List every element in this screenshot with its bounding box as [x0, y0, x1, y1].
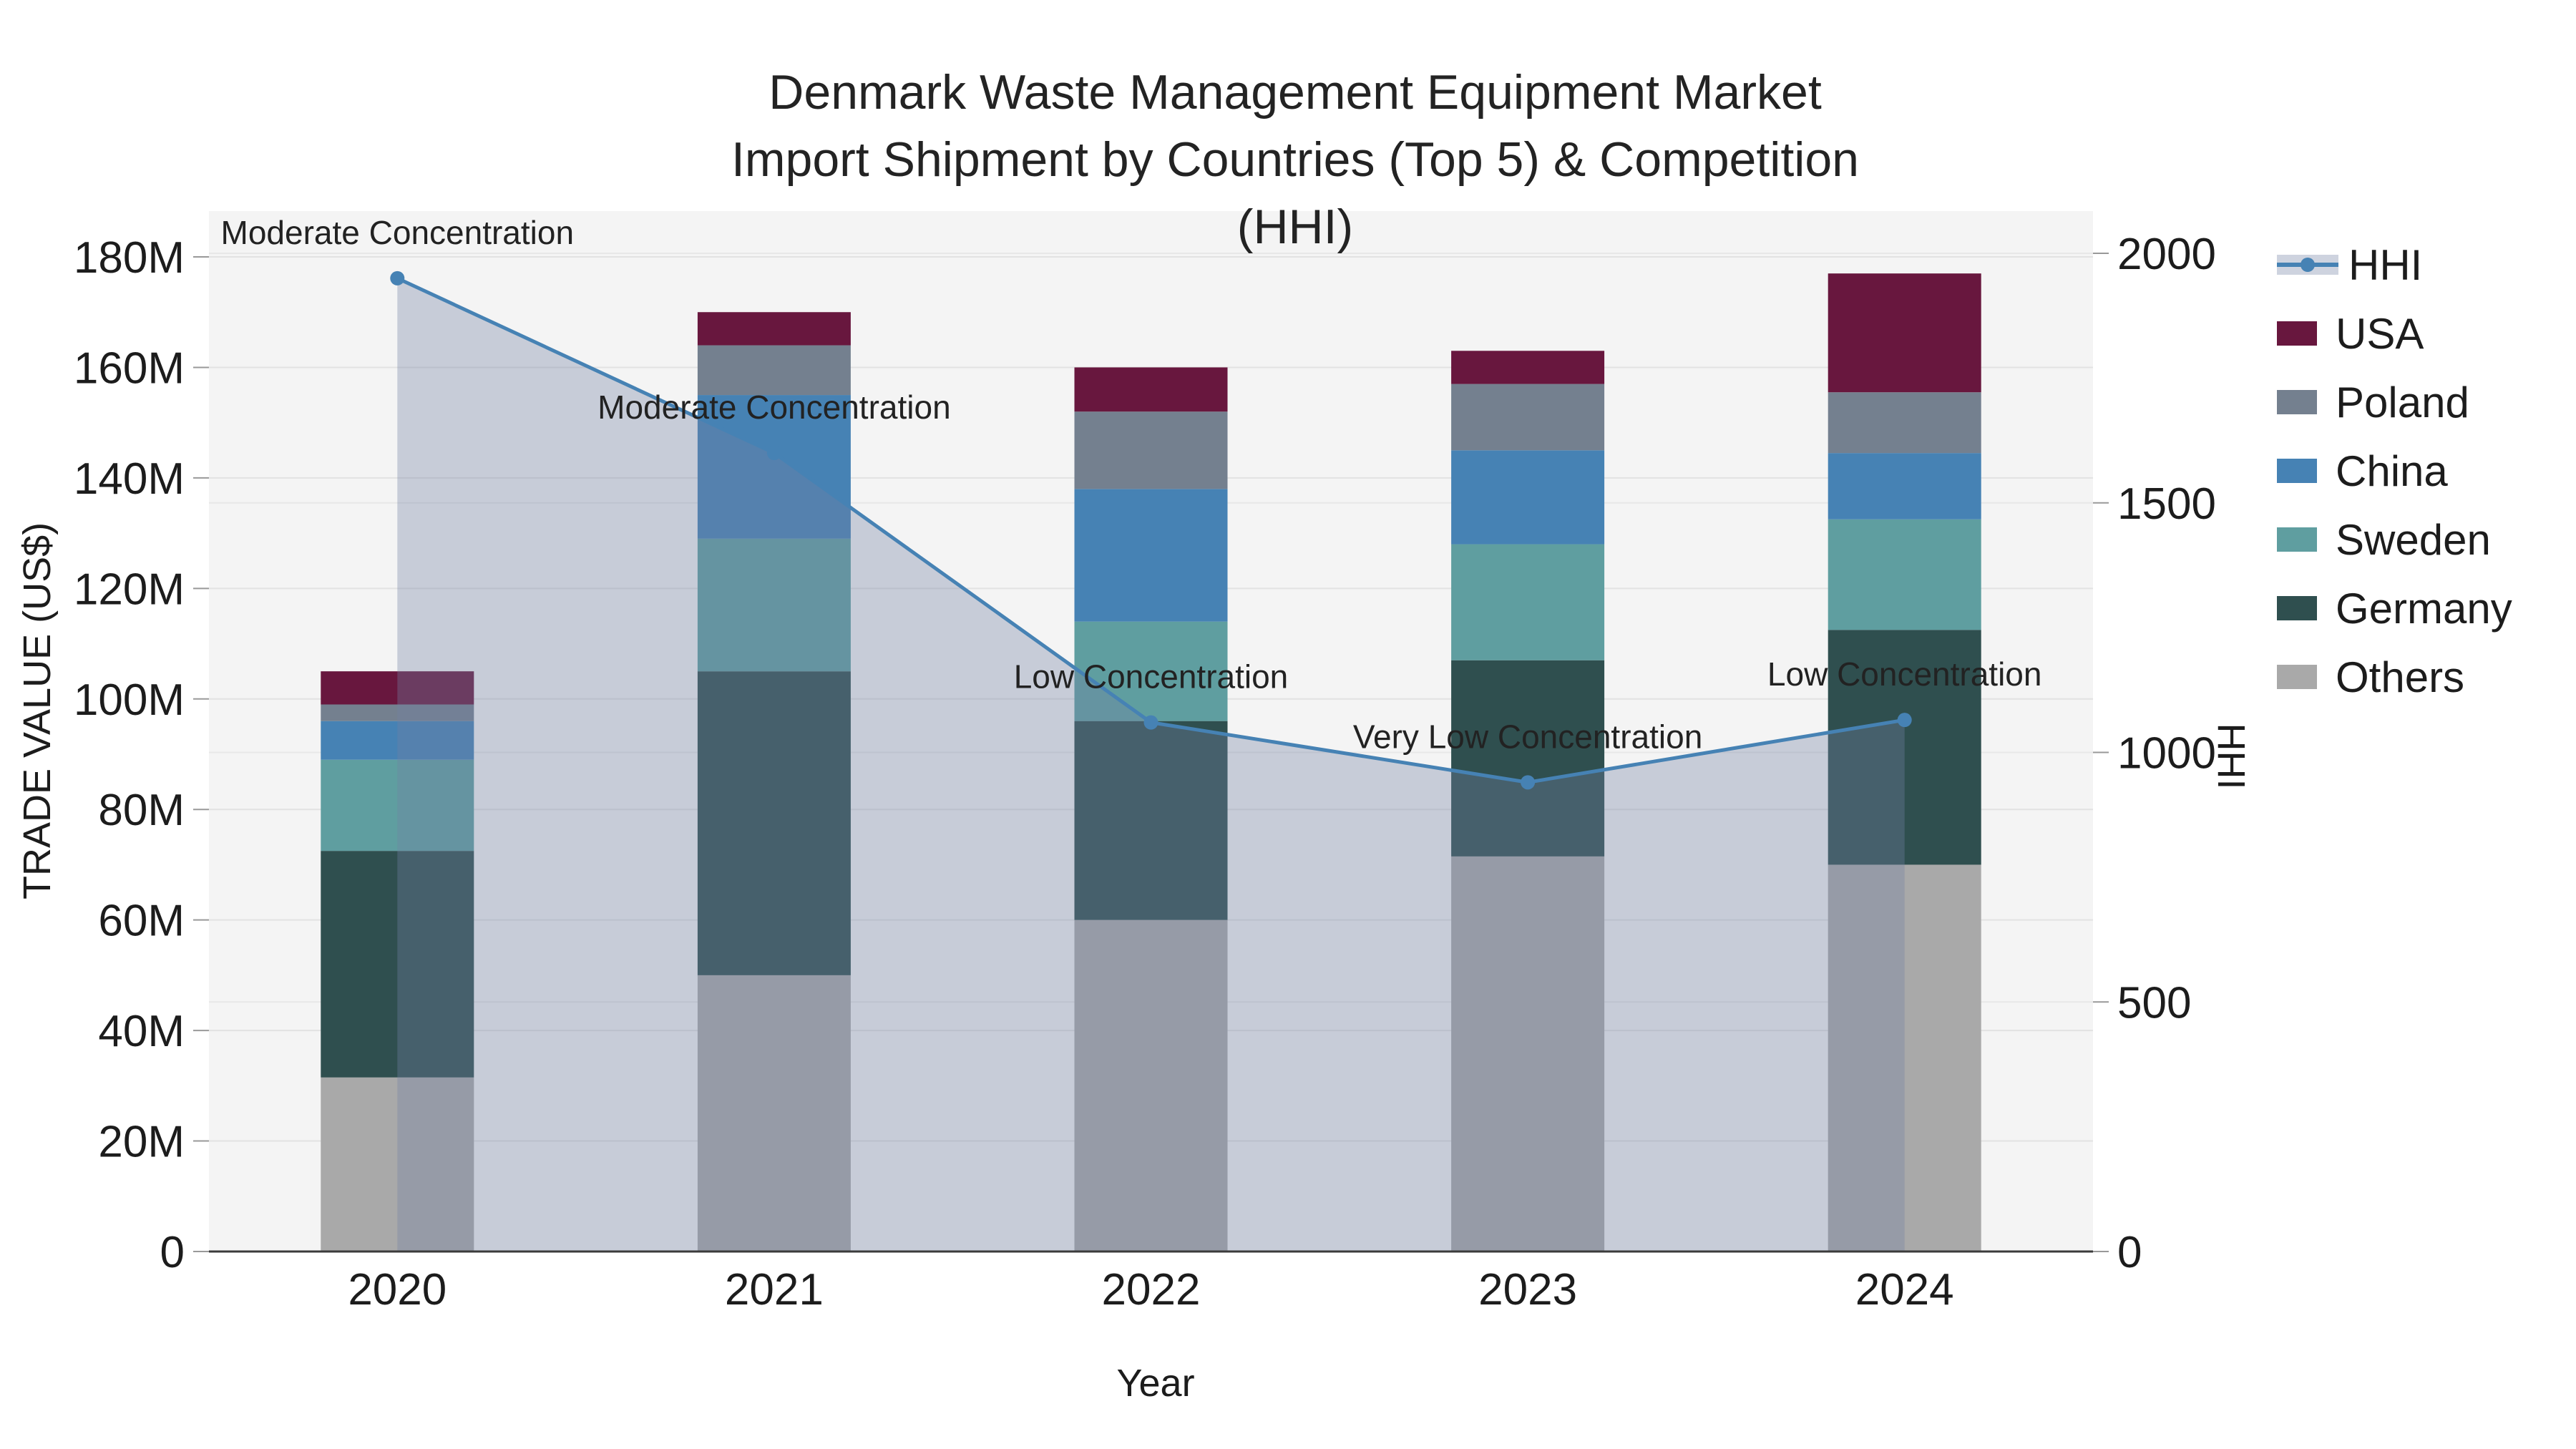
x-tick-label: 2022 — [1102, 1265, 1201, 1314]
hhi-marker-2023[interactable] — [1521, 775, 1536, 790]
y-left-tick-label: 120M — [74, 565, 185, 614]
legend-swatch-icon — [2277, 390, 2317, 414]
legend-label: China — [2336, 447, 2448, 495]
legend-label: USA — [2336, 309, 2424, 358]
x-axis-title: Year — [1116, 1362, 1195, 1405]
legend-label: Poland — [2336, 378, 2469, 426]
bar-segment-poland-2024[interactable] — [1828, 392, 1981, 454]
legend-swatch-icon — [2277, 665, 2317, 689]
y-left-tick-label: 20M — [98, 1118, 185, 1167]
y-axis-title-right: HHI — [2210, 723, 2253, 790]
chart-title-line2: Import Shipment by Countries (Top 5) & C… — [731, 132, 1860, 254]
chart-title: Denmark Waste Management Equipment Marke… — [723, 59, 1868, 260]
y-left-tick-label: 80M — [98, 786, 185, 835]
legend-item-hhi[interactable]: HHI — [2277, 230, 2512, 299]
x-tick-label: 2021 — [725, 1265, 824, 1314]
hhi-marker-2022[interactable] — [1143, 715, 1158, 730]
annotation-2021: Moderate Concentration — [597, 389, 951, 426]
hhi-line-swatch-icon — [2277, 255, 2338, 275]
annotation-2023: Very Low Concentration — [1353, 718, 1702, 755]
legend-item-sweden[interactable]: Sweden — [2277, 505, 2512, 574]
legend-item-china[interactable]: China — [2277, 436, 2512, 505]
legend-item-poland[interactable]: Poland — [2277, 368, 2512, 436]
legend: HHI USA Poland China Sweden Germany Others — [2277, 230, 2512, 711]
y-right-tick-label: 1500 — [2117, 479, 2216, 529]
y-axis-title-left: TRADE VALUE (US$) — [16, 522, 59, 899]
legend-label: Germany — [2336, 584, 2512, 633]
bar-segment-poland-2023[interactable] — [1451, 384, 1605, 451]
legend-label: Others — [2336, 653, 2465, 701]
bar-segment-china-2023[interactable] — [1451, 450, 1605, 545]
y-left-tick-label: 180M — [74, 233, 185, 283]
y-left-tick-label: 140M — [74, 454, 185, 504]
bar-segment-usa-2024[interactable] — [1828, 273, 1981, 393]
bar-segment-china-2024[interactable] — [1828, 453, 1981, 519]
y-left-tick-label: 40M — [98, 1007, 185, 1056]
bar-segment-china-2022[interactable] — [1074, 489, 1228, 622]
bar-segment-poland-2022[interactable] — [1074, 411, 1228, 489]
y-right-tick-label: 1000 — [2117, 729, 2216, 779]
x-tick-label: 2020 — [348, 1265, 447, 1314]
legend-item-germany[interactable]: Germany — [2277, 574, 2512, 643]
legend-swatch-icon — [2277, 596, 2317, 620]
annotation-2024: Low Concentration — [1767, 655, 2042, 693]
hhi-import-chart: Moderate Concentration Moderate Concentra… — [0, 0, 2576, 1449]
y-right-tick-label: 500 — [2117, 978, 2191, 1028]
legend-label: Sweden — [2336, 515, 2491, 564]
bar-segment-usa-2022[interactable] — [1074, 367, 1228, 412]
legend-item-usa[interactable]: USA — [2277, 299, 2512, 368]
hhi-marker-2024[interactable] — [1897, 713, 1912, 728]
legend-swatch-icon — [2277, 459, 2317, 483]
bar-segment-usa-2023[interactable] — [1451, 351, 1605, 384]
chart-title-line1: Denmark Waste Management Equipment Marke… — [769, 65, 1822, 119]
y-right-tick-label: 0 — [2117, 1228, 2142, 1277]
legend-item-others[interactable]: Others — [2277, 643, 2512, 711]
bar-segment-usa-2021[interactable] — [697, 312, 851, 346]
bar-segment-sweden-2023[interactable] — [1451, 544, 1605, 660]
legend-swatch-icon — [2277, 321, 2317, 346]
annotation-2020: Moderate Concentration — [221, 214, 575, 251]
x-tick-label: 2023 — [1478, 1265, 1577, 1314]
bar-segment-sweden-2024[interactable] — [1828, 519, 1981, 630]
y-left-tick-label: 100M — [74, 675, 185, 725]
annotation-2022: Low Concentration — [1014, 658, 1289, 696]
bar-segment-poland-2021[interactable] — [697, 345, 851, 396]
hhi-marker-2021[interactable] — [766, 446, 781, 460]
y-left-tick-label: 160M — [74, 343, 185, 393]
hhi-marker-2020[interactable] — [390, 270, 405, 286]
y-left-tick-label: 60M — [98, 897, 185, 946]
x-tick-label: 2024 — [1855, 1265, 1954, 1314]
legend-label: HHI — [2348, 240, 2423, 289]
y-left-tick-label: 0 — [160, 1228, 185, 1277]
legend-swatch-icon — [2277, 527, 2317, 552]
y-right-tick-label: 2000 — [2117, 230, 2216, 279]
